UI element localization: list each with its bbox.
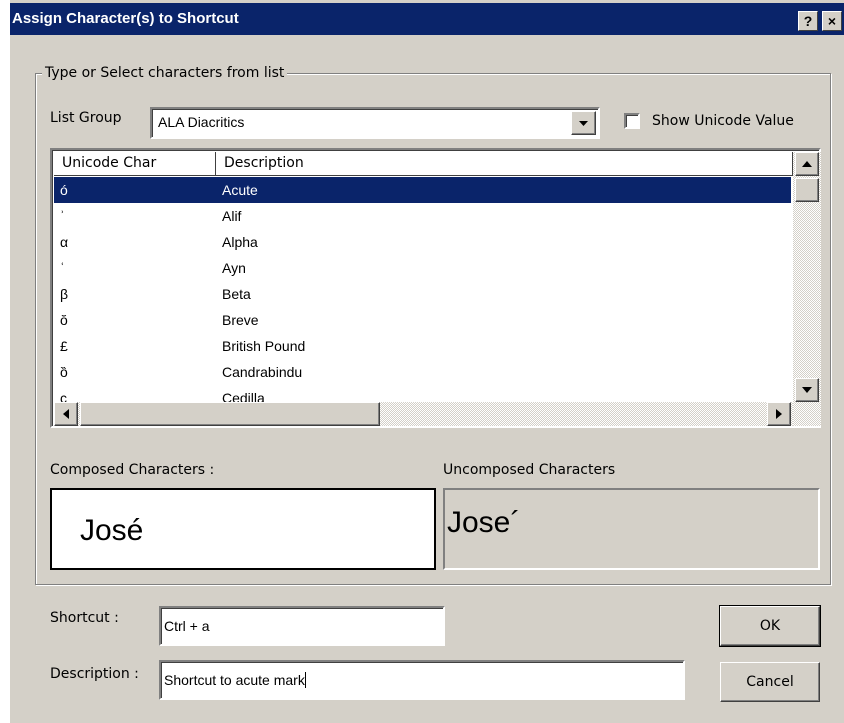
horizontal-scroll-thumb[interactable]	[80, 402, 380, 426]
unicode-char-cell: β	[60, 286, 69, 302]
list-item[interactable]: ʾ Alif	[54, 203, 791, 229]
vertical-scrollbar[interactable]	[793, 152, 821, 426]
list-item[interactable]: β Beta	[54, 281, 791, 307]
scroll-down-button[interactable]	[795, 378, 819, 402]
vertical-scroll-thumb[interactable]	[795, 178, 819, 202]
list-group-label: List Group	[50, 110, 122, 126]
description-cell: Alpha	[222, 234, 258, 250]
unicode-char-cell: ȍ	[60, 364, 68, 380]
show-unicode-label: Show Unicode Value	[652, 113, 794, 129]
description-cell: Ayn	[222, 260, 246, 276]
uncomposed-value: Jose´	[447, 506, 521, 539]
list-group-select[interactable]: ALA Diacritics	[150, 107, 600, 139]
uncomposed-characters-box: Jose´	[443, 488, 820, 570]
column-header-unicode-char[interactable]: Unicode Char	[54, 152, 216, 176]
list-item[interactable]: ʿ Ayn	[54, 255, 791, 281]
description-cell: Beta	[222, 286, 251, 302]
description-cell: British Pound	[222, 338, 306, 354]
arrow-left-icon	[63, 409, 69, 419]
unicode-char-cell: ʿ	[60, 260, 65, 276]
description-cell: Candrabindu	[222, 364, 303, 380]
title-bar[interactable]: Assign Character(s) to Shortcut ? ×	[10, 3, 844, 35]
composed-label: Composed Characters :	[50, 462, 215, 478]
description-label: Description :	[50, 666, 139, 682]
unicode-char-cell: ó	[60, 182, 68, 198]
list-group-value: ALA Diacritics	[158, 114, 245, 130]
text-caret	[304, 672, 306, 688]
ok-button[interactable]: OK	[719, 605, 821, 647]
description-cell: Acute	[222, 182, 258, 198]
dialog-title: Assign Character(s) to Shortcut	[12, 10, 239, 27]
unicode-char-cell: ŏ	[60, 312, 68, 328]
list-item[interactable]: ó Acute	[54, 177, 791, 203]
dropdown-button[interactable]	[571, 111, 596, 135]
assign-shortcut-dialog: Assign Character(s) to Shortcut ? × Type…	[10, 0, 844, 723]
chevron-down-icon	[579, 121, 588, 126]
description-value: Shortcut to acute mark	[164, 672, 305, 688]
list-item[interactable]: £ British Pound	[54, 333, 791, 359]
arrow-right-icon	[776, 409, 782, 419]
cancel-button[interactable]: Cancel	[720, 662, 820, 702]
list-rows: ó Acute ʾ Alif α Alpha ʿ Ayn β Beta ŏ Br…	[54, 177, 791, 405]
show-unicode-checkbox[interactable]	[624, 113, 640, 129]
composed-characters-box[interactable]: José	[50, 488, 436, 570]
arrow-up-icon	[802, 161, 812, 167]
description-text: Shortcut to acute mark	[164, 672, 306, 688]
shortcut-label: Shortcut :	[50, 610, 119, 626]
horizontal-scrollbar[interactable]	[54, 402, 793, 426]
arrow-down-icon	[802, 387, 812, 393]
scroll-right-button[interactable]	[767, 402, 791, 426]
list-item[interactable]: ȍ Candrabindu	[54, 359, 791, 385]
list-item[interactable]: α Alpha	[54, 229, 791, 255]
column-header-description[interactable]: Description	[216, 152, 793, 176]
composed-value: José	[80, 514, 144, 547]
group-legend: Type or Select characters from list	[42, 65, 288, 81]
shortcut-value: Ctrl + a	[164, 618, 210, 634]
help-button[interactable]: ?	[798, 11, 818, 31]
scroll-up-button[interactable]	[795, 152, 819, 176]
description-cell: Breve	[222, 312, 259, 328]
unicode-char-cell: ʾ	[60, 208, 65, 224]
shortcut-input[interactable]: Ctrl + a	[159, 606, 445, 646]
description-input[interactable]: Shortcut to acute mark	[159, 660, 685, 700]
unicode-char-cell: £	[60, 338, 68, 354]
uncomposed-label: Uncomposed Characters	[443, 462, 616, 478]
close-button[interactable]: ×	[822, 11, 842, 31]
character-list[interactable]: Unicode Char Description ó Acute ʾ Alif …	[50, 148, 821, 428]
scroll-left-button[interactable]	[54, 402, 78, 426]
description-cell: Alif	[222, 208, 242, 224]
list-item[interactable]: ŏ Breve	[54, 307, 791, 333]
unicode-char-cell: α	[60, 234, 69, 250]
